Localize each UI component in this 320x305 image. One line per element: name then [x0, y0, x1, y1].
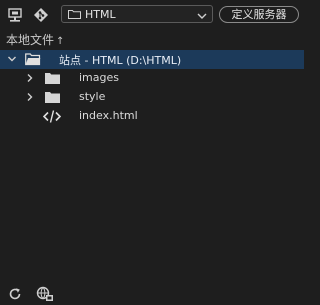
git-icon[interactable] — [32, 6, 50, 24]
manage-site-icon[interactable] — [36, 286, 54, 305]
tree-item-label: 站点 - HTML (D:\HTML) — [59, 54, 182, 67]
refresh-icon[interactable] — [8, 287, 22, 304]
sort-arrow-icon[interactable]: ↑ — [56, 36, 64, 47]
tree-row-site-root[interactable]: 站点 - HTML (D:\HTML) — [0, 50, 304, 69]
open-folder-icon — [25, 53, 41, 69]
folder-icon — [45, 72, 60, 87]
code-file-icon — [42, 110, 62, 126]
folder-icon — [45, 91, 60, 106]
local-files-label: 本地文件 — [6, 33, 55, 47]
files-toolbar: HTML 定义服务器 — [0, 0, 304, 30]
site-dropdown[interactable]: HTML — [61, 5, 213, 23]
site-dropdown-value: HTML — [85, 8, 116, 21]
files-bottom-bar — [0, 284, 304, 305]
folder-icon — [68, 9, 81, 22]
file-tree: 站点 - HTML (D:\HTML) images style index.h… — [0, 50, 304, 126]
tree-item-label: index.html — [79, 109, 138, 122]
chevron-down-icon — [197, 10, 207, 23]
tree-row-index-html[interactable]: index.html — [0, 107, 304, 126]
define-server-button[interactable]: 定义服务器 — [219, 6, 299, 23]
site-connect-icon[interactable] — [6, 6, 24, 24]
tree-row-style[interactable]: style — [0, 88, 304, 107]
chevron-right-icon[interactable] — [25, 92, 35, 102]
tree-item-label: images — [79, 71, 119, 84]
chevron-down-icon[interactable] — [7, 54, 17, 64]
chevron-right-icon[interactable] — [25, 73, 35, 83]
tree-row-images[interactable]: images — [0, 69, 304, 88]
tree-item-label: style — [79, 90, 106, 103]
local-files-header[interactable]: 本地文件 ↑ — [6, 31, 64, 48]
